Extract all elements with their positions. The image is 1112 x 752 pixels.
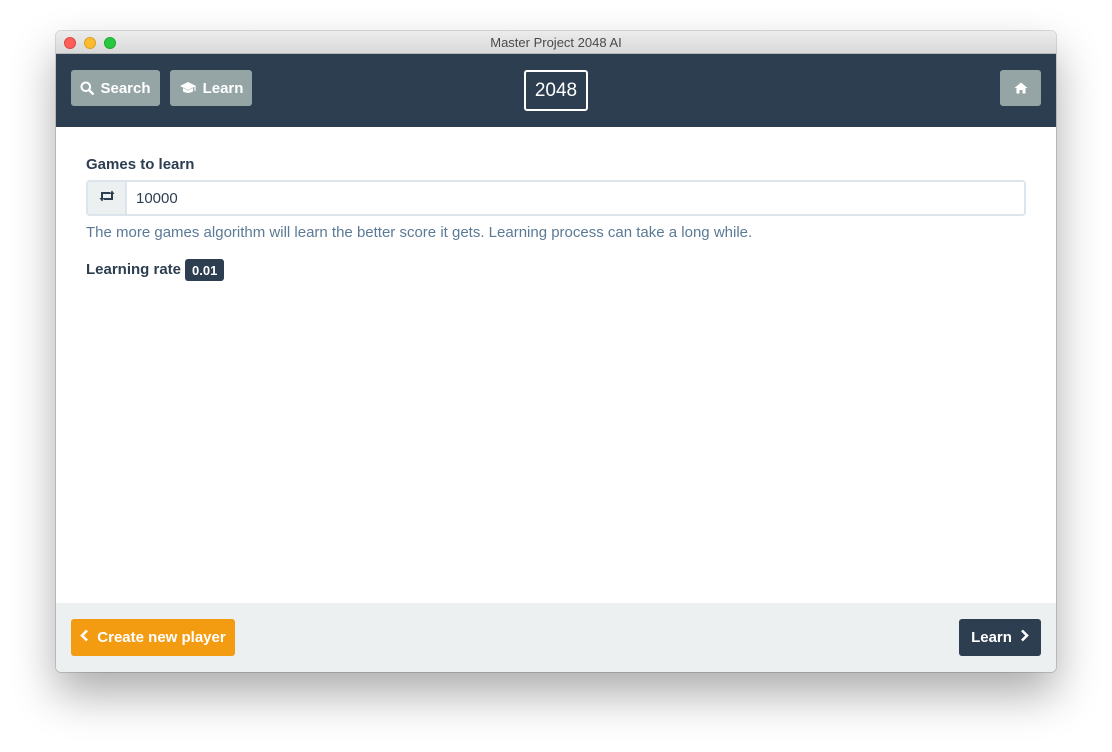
search-icon [80,81,95,95]
navbar: Search Learn 2048 [56,54,1056,127]
games-input-addon [88,182,127,214]
create-new-player-label: Create new player [97,629,226,646]
games-help-text: The more games algorithm will learn the … [86,224,753,241]
graduation-cap-icon [179,81,197,95]
learn-submit-label: Learn [971,629,1012,646]
search-button-label: Search [100,79,151,97]
app-window: Master Project 2048 AI Search Learn 2048… [56,31,1056,672]
learning-rate-badge: 0.01 [185,259,225,281]
learning-rate-label: Learning rate [86,261,182,278]
chevron-right-icon [1020,629,1029,646]
learn-nav-label: Learn [202,79,244,97]
window-title: Master Project 2048 AI [490,35,622,50]
brand-logo[interactable]: 2048 [524,70,588,111]
chevron-left-icon [80,629,89,646]
title-bar[interactable]: Master Project 2048 AI [56,31,1056,54]
learn-nav-button[interactable]: Learn [170,70,252,106]
footer-bar: Create new player Learn [56,603,1056,672]
learn-submit-button[interactable]: Learn [959,619,1041,656]
games-input-group [86,180,1026,216]
search-button[interactable]: Search [71,70,160,106]
games-to-learn-input[interactable] [127,182,1024,214]
main-content: Games to learn The more games algorithm … [56,127,1056,603]
games-to-learn-label: Games to learn [86,156,195,173]
retweet-icon [99,189,115,207]
home-icon [1014,82,1028,94]
create-new-player-button[interactable]: Create new player [71,619,235,656]
home-button[interactable] [1000,70,1041,106]
